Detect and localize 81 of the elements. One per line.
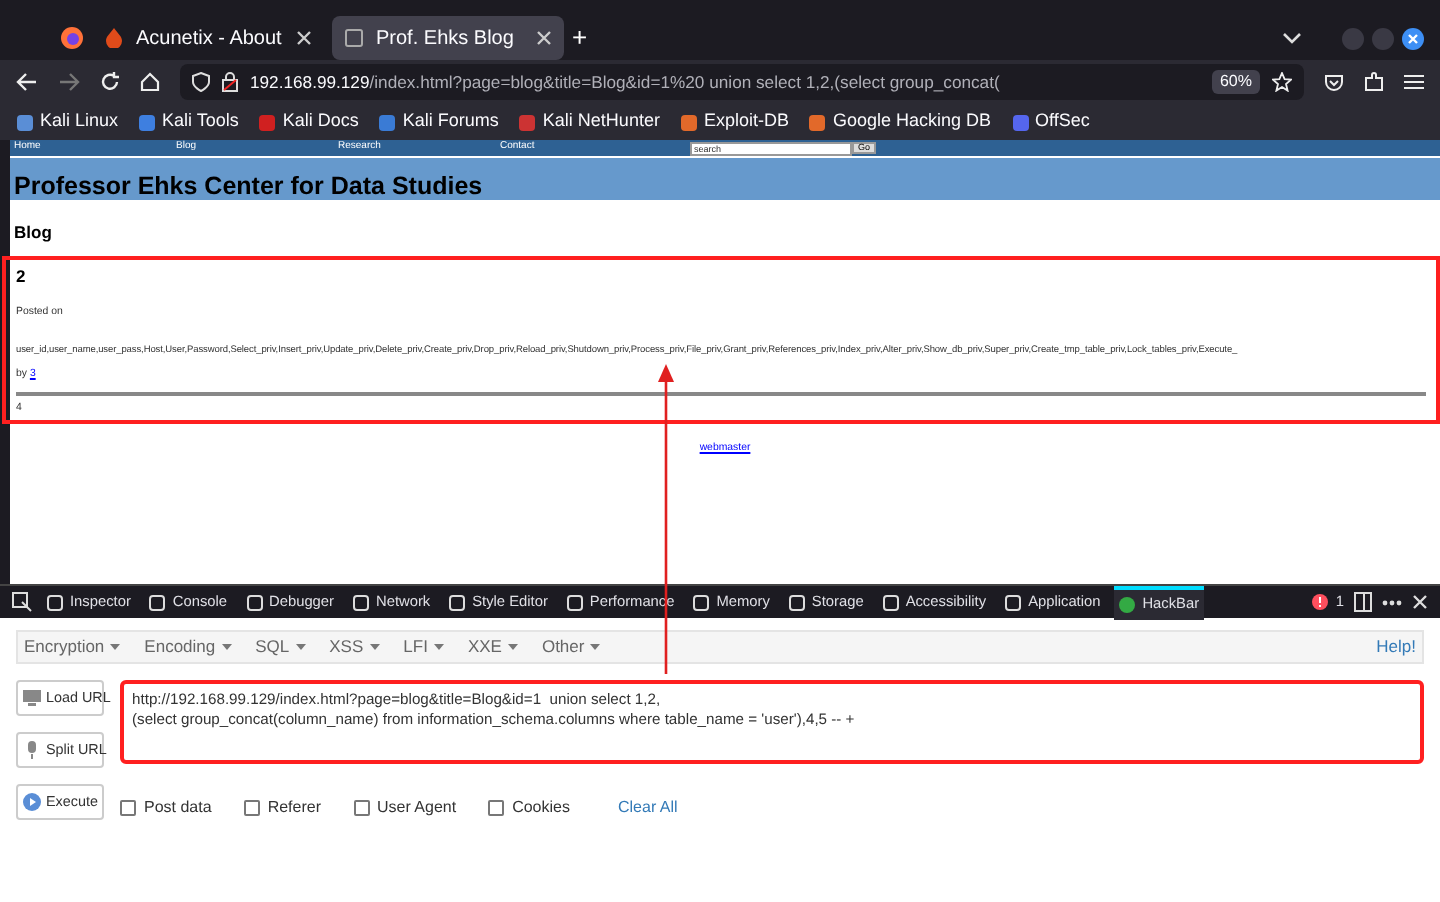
square-icon: [881, 593, 900, 611]
browser-logo-icon: [60, 26, 84, 50]
address-bar[interactable]: 192.168.99.129/index.html?page=blog&title=Blog&id=1%20 union select 1,2,(select group_concat( 60%: [180, 64, 1304, 100]
square-icon: [692, 593, 711, 611]
chevron-down-icon[interactable]: [1282, 30, 1302, 46]
browser-tab[interactable]: Acunetix - About: [92, 16, 324, 60]
menu-icon[interactable]: [1404, 74, 1424, 90]
star-icon[interactable]: [1272, 72, 1292, 92]
play-icon: [22, 792, 42, 812]
clear-all-link[interactable]: Clear All: [617, 796, 678, 820]
home-icon[interactable]: [140, 72, 160, 92]
zoom-level[interactable]: 60%: [1211, 70, 1260, 94]
caret-icon: [590, 644, 601, 650]
help-link[interactable]: Help!: [1376, 634, 1416, 660]
square-icon: [148, 593, 167, 611]
dock-icon[interactable]: [1354, 592, 1372, 612]
square-icon: [787, 593, 806, 611]
option-checkbox[interactable]: User Agent: [353, 796, 457, 820]
square-icon: [1004, 593, 1023, 611]
square-icon: [565, 593, 584, 611]
puzzle-icon[interactable]: [1364, 72, 1384, 92]
url-text: 192.168.99.129/index.html?page=blog&title=Blog&id=1%20 union select 1,2,(select group_concat(: [250, 69, 1002, 95]
option-checkbox[interactable]: Referer: [243, 796, 321, 820]
bookmark-icon: [258, 113, 277, 131]
square-icon: [352, 593, 370, 611]
dropdown-menu-button[interactable]: Encoding: [144, 634, 232, 660]
caret-icon: [433, 644, 444, 650]
bookmark-icon: [138, 113, 157, 131]
more-icon[interactable]: [1382, 599, 1402, 605]
close-icon[interactable]: [1412, 594, 1428, 610]
option-checkbox[interactable]: Cookies: [488, 796, 570, 820]
caret-icon: [369, 644, 380, 650]
bookmark-icon: [1011, 113, 1030, 131]
bookmark-link[interactable]: Kali Forums: [378, 108, 499, 136]
dropdown-menu-button[interactable]: XXE: [467, 634, 518, 660]
flame-icon: [104, 28, 124, 48]
new-tab-button[interactable]: +: [572, 24, 588, 52]
caret-icon: [507, 644, 518, 650]
reload-icon[interactable]: [100, 72, 120, 92]
dropdown-menu-button[interactable]: Other: [541, 634, 601, 660]
caret-icon: [221, 644, 232, 650]
bookmark-link[interactable]: Kali Docs: [258, 108, 359, 136]
close-icon[interactable]: [536, 30, 552, 46]
bookmark-icon: [679, 113, 698, 131]
bookmark-icon: [518, 113, 537, 131]
page-icon: [344, 28, 364, 48]
section-heading: Blog: [12, 220, 54, 246]
close-icon[interactable]: [1402, 27, 1424, 49]
error-icon: [1311, 593, 1328, 610]
pocket-icon[interactable]: [1324, 73, 1344, 91]
bookmark-link[interactable]: Exploit-DB: [679, 108, 789, 136]
post-title: 2: [16, 263, 28, 289]
shield-icon: [192, 72, 210, 92]
bookmark-link[interactable]: OffSec: [1011, 108, 1090, 136]
bookmark-link[interactable]: Google Hacking DB: [808, 108, 992, 136]
bookmark-icon: [808, 113, 827, 131]
dropdown-menu-button[interactable]: XSS: [329, 634, 380, 660]
computer-icon: [22, 688, 42, 708]
dropdown-menu-button[interactable]: Encryption: [24, 634, 121, 660]
bookmark-link[interactable]: Kali Tools: [138, 108, 239, 136]
browser-tab[interactable]: Prof. Ehks Blog: [332, 16, 564, 60]
bookmark-link[interactable]: Kali Linux: [16, 108, 119, 136]
close-icon[interactable]: [296, 30, 312, 46]
bookmark-icon: [378, 113, 397, 131]
element-picker-icon[interactable]: [12, 592, 32, 612]
circle-icon: [1118, 595, 1137, 613]
bookmark-link[interactable]: Kali NetHunter: [518, 108, 660, 136]
bookmark-icon: [16, 113, 34, 131]
forward-arrow-icon[interactable]: [58, 72, 80, 92]
microphone-icon: [22, 740, 42, 760]
back-arrow-icon[interactable]: [16, 72, 38, 92]
option-checkbox[interactable]: Post data: [120, 796, 212, 820]
square-icon: [46, 593, 64, 611]
dropdown-menu-button[interactable]: LFI: [403, 634, 444, 660]
lock-icon: [222, 72, 238, 92]
square-icon: [245, 593, 264, 611]
caret-icon: [110, 644, 121, 650]
square-icon: [448, 593, 467, 611]
dropdown-menu-button[interactable]: SQL: [255, 634, 306, 660]
caret-icon: [295, 644, 306, 650]
site-title: Professor Ehks Center for Data Studies: [10, 156, 1440, 200]
